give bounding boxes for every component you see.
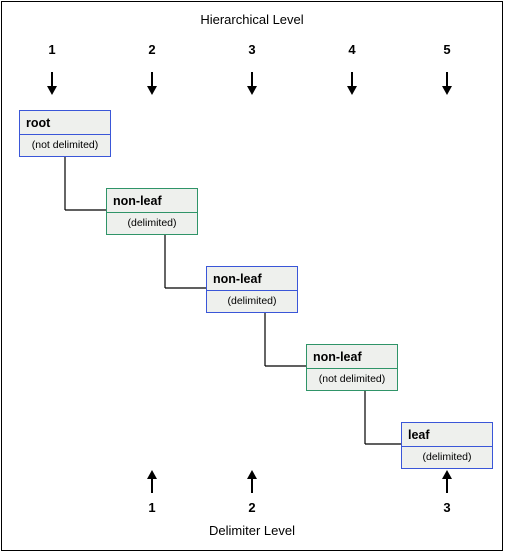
node-label: non-leaf [107,189,197,213]
node-label: non-leaf [307,345,397,369]
node-sub: (delimited) [107,213,197,234]
node-sub: (delimited) [402,447,492,468]
node-label: root [20,111,110,135]
node-sub: (not delimited) [20,135,110,156]
node-nonleaf-2: non-leaf (delimited) [106,188,198,235]
node-sub: (delimited) [207,291,297,312]
node-sub: (not delimited) [307,369,397,390]
node-root: root (not delimited) [19,110,111,157]
node-leaf: leaf (delimited) [401,422,493,469]
node-label: non-leaf [207,267,297,291]
node-nonleaf-3: non-leaf (delimited) [206,266,298,313]
node-label: leaf [402,423,492,447]
node-nonleaf-4: non-leaf (not delimited) [306,344,398,391]
diagram-frame: Hierarchical Level Delimiter Level 1 2 3… [1,1,503,551]
